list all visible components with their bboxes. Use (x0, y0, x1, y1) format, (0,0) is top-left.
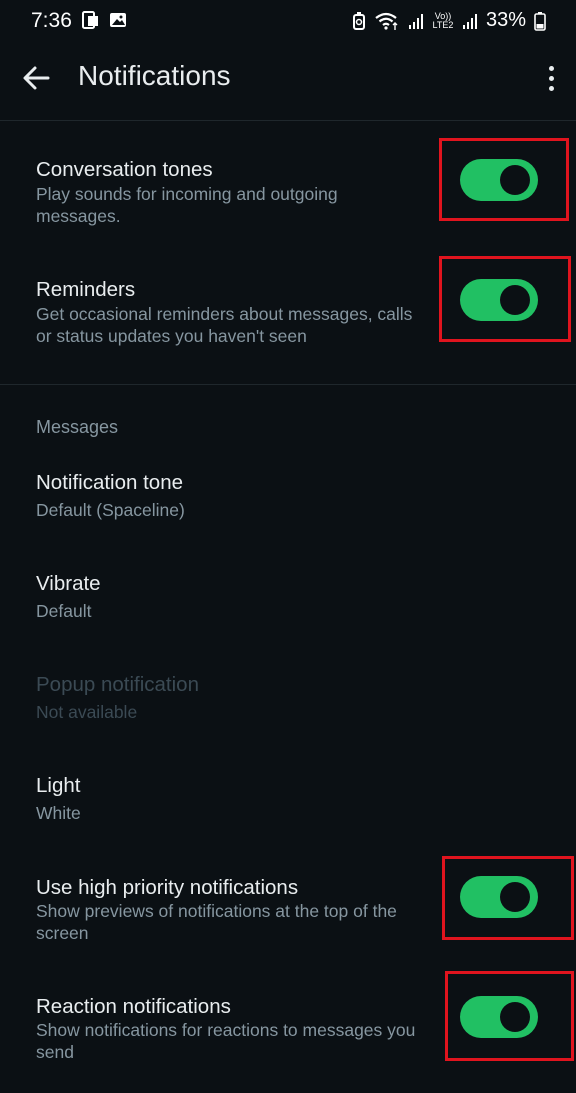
setting-title: Light (36, 774, 81, 797)
more-vert-icon-dot (548, 75, 554, 81)
light-setting[interactable]: Light White (0, 758, 576, 848)
back-button[interactable] (20, 61, 54, 95)
popup-notification-setting: Popup notification Not available (0, 657, 576, 747)
phone-screen-icon (82, 11, 98, 29)
setting-value: Default (36, 601, 92, 621)
volte-lte2-icon: Vo)) LTE2 (432, 10, 454, 30)
highlight-box (442, 856, 574, 940)
highlight-box (445, 971, 574, 1061)
signal-icon-2 (462, 13, 477, 29)
setting-subtitle: Play sounds for incoming and outgoing me… (36, 184, 338, 226)
messages-section-header: Messages (36, 417, 119, 437)
highlight-box (439, 256, 571, 342)
setting-title: Notification tone (36, 471, 184, 494)
section-divider (0, 384, 576, 385)
app-bar: Notifications (0, 44, 576, 121)
image-icon (110, 13, 126, 27)
battery-saver-icon (352, 11, 365, 30)
status-time: 7:36 (31, 9, 72, 32)
page-title: Notifications (78, 60, 231, 91)
vibrate-setting[interactable]: Vibrate Default (0, 556, 576, 646)
signal-icon (408, 13, 423, 29)
wifi-icon (375, 12, 398, 30)
status-bar: 7:36 Vo)) LTE2 33% (0, 0, 576, 44)
setting-title: Vibrate (36, 572, 101, 595)
setting-subtitle: Get occasional reminders about messages,… (36, 304, 413, 346)
more-vert-icon (548, 65, 554, 71)
setting-value: Not available (36, 702, 138, 722)
more-options-button[interactable] (544, 60, 558, 96)
setting-title: Reaction notifications (36, 995, 231, 1018)
highlight-box (439, 138, 569, 221)
setting-title: Popup notification (36, 673, 199, 696)
battery-percent: 33% (485, 9, 526, 31)
setting-subtitle: Show notifications for reactions to mess… (36, 1020, 416, 1062)
setting-title: Reminders (36, 278, 136, 301)
back-arrow-icon (23, 66, 50, 90)
setting-value: White (36, 803, 81, 823)
more-vert-icon-dot (548, 85, 554, 91)
battery-icon (534, 11, 546, 31)
setting-title: Conversation tones (36, 158, 213, 181)
setting-title: Use high priority notifications (36, 876, 299, 899)
notification-tone-setting[interactable]: Notification tone Default (Spaceline) (0, 455, 576, 545)
status-right-icons: Vo)) LTE2 33% (352, 9, 546, 32)
status-left-icons (80, 10, 128, 30)
setting-subtitle: Show previews of notifications at the to… (36, 901, 397, 943)
setting-value: Default (Spaceline) (36, 500, 185, 520)
